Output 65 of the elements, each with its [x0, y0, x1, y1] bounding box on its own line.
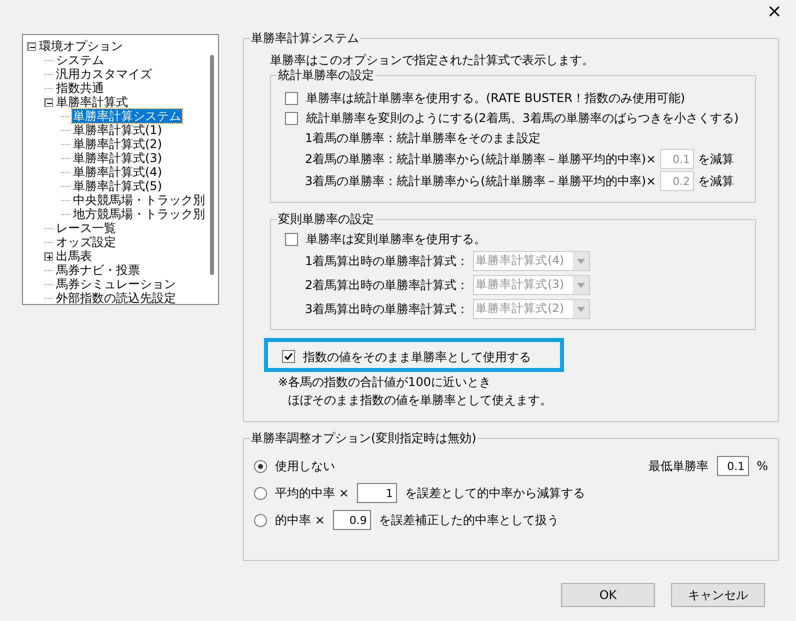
option-label: を誤差として的中率から減算する	[404, 486, 585, 501]
tree-item[interactable]: 地方競馬場・トラック別	[72, 206, 206, 222]
checkbox[interactable]	[285, 112, 298, 125]
tree-item[interactable]: オッズ設定	[55, 234, 117, 250]
caret-icon	[572, 252, 589, 270]
input-field[interactable]: 0.9	[332, 510, 371, 530]
formula-text: 2着馬の単勝率：統計単勝率から(統計単勝率－単勝平均的中率)×	[305, 152, 656, 167]
expand-icon[interactable]	[44, 252, 53, 260]
min-rate-label: 最低単勝率	[648, 459, 709, 474]
checkbox[interactable]	[285, 233, 298, 246]
collapse-icon[interactable]	[44, 98, 53, 106]
option-label: 的中率 ×	[275, 513, 325, 528]
caret-icon	[572, 276, 589, 294]
checkbox-label: 単勝率は統計単勝率を使用する。(RATE BUSTER！指数のみ使用可能)	[306, 91, 686, 106]
radio-button[interactable]	[254, 514, 267, 527]
combo-label: 3着馬算出時の単勝率計算式：	[305, 302, 469, 316]
tree-item[interactable]: 単勝率計算式(4)	[72, 164, 163, 180]
tree-item[interactable]: 汎用カスタマイズ	[55, 66, 153, 82]
scrollbar-thumb[interactable]	[210, 55, 214, 275]
checkbox[interactable]	[285, 92, 298, 105]
radio-button[interactable]	[254, 460, 267, 473]
tree-item[interactable]: 単勝率計算システム	[72, 108, 182, 124]
note-text: ほぼそのまま指数の値を単勝率として使えます。	[287, 392, 553, 407]
option-label: 平均的中率 ×	[275, 486, 349, 501]
tree-item[interactable]: 外部指数の読込先設定	[55, 290, 177, 304]
checkbox[interactable]	[282, 350, 295, 364]
tree-item[interactable]: 環境オプション	[38, 38, 124, 54]
tree-item[interactable]: 単勝率計算式(5)	[72, 178, 163, 194]
group-title: 統計単勝率の設定	[277, 68, 375, 83]
option-label: を誤差補正した的中率として扱う	[378, 513, 559, 528]
group-title: 単勝率調整オプション(変則指定時は無効)	[250, 430, 478, 446]
tree-item[interactable]: 単勝率計算式(1)	[72, 122, 163, 138]
tree-item[interactable]: 単勝率計算式(2)	[72, 136, 163, 152]
suffix-text: を減算	[698, 152, 734, 167]
group-title: 単勝率計算システム	[250, 31, 360, 46]
collapse-icon[interactable]	[27, 42, 36, 50]
option-label: 使用しない	[275, 459, 335, 474]
close-button[interactable]: ×	[760, 2, 788, 22]
tree-item[interactable]: レース一覧	[55, 220, 117, 236]
checkbox-label: 統計単勝率を変則のようにする(2着馬、3着馬の単勝率のばらつきを小さくする)	[306, 111, 739, 126]
suffix-text: を減算	[698, 174, 734, 189]
formula-text: 3着馬の単勝率：統計単勝率から(統計単勝率－単勝平均的中率)×	[305, 174, 656, 189]
caret-icon	[572, 300, 589, 318]
combo-label: 1着馬算出時の単勝率計算式：	[305, 254, 469, 268]
tree-item[interactable]: 単勝率計算式(3)	[72, 150, 163, 166]
tree-item[interactable]: 出馬表	[55, 248, 93, 264]
group-title: 変則単勝率の設定	[277, 212, 375, 227]
tree-item[interactable]: 単勝率計算式	[55, 94, 129, 110]
radio-button[interactable]	[254, 486, 267, 500]
checkbox-label: 指数の値をそのまま単勝率として使用する	[303, 350, 531, 364]
note-text: ※各馬の指数の合計値が100に近いとき	[277, 375, 492, 390]
unit-label: %	[756, 459, 768, 474]
input-field[interactable]: 0.1	[716, 456, 749, 476]
combo-label: 2着馬算出時の単勝率計算式：	[305, 278, 469, 292]
ok-button[interactable]: OK	[561, 583, 655, 607]
tree-item[interactable]: 指数共通	[55, 80, 105, 96]
formula-text: 1着馬の単勝率：統計単勝率をそのまま設定	[305, 131, 541, 146]
description-text: 単勝率はこのオプションで指定された計算式で表示します。	[270, 53, 595, 68]
tree-item[interactable]: 馬券ナビ・投票	[55, 262, 141, 278]
input-field[interactable]: 1	[356, 483, 397, 504]
tree-item[interactable]: 中央競馬場・トラック別	[72, 192, 206, 208]
tree-item[interactable]: システム	[55, 52, 105, 68]
checkbox-label: 単勝率は変則単勝率を使用する。	[306, 232, 486, 247]
cancel-button[interactable]: キャンセル	[671, 583, 765, 607]
tree-item[interactable]: 馬券シミュレーション	[55, 276, 177, 292]
